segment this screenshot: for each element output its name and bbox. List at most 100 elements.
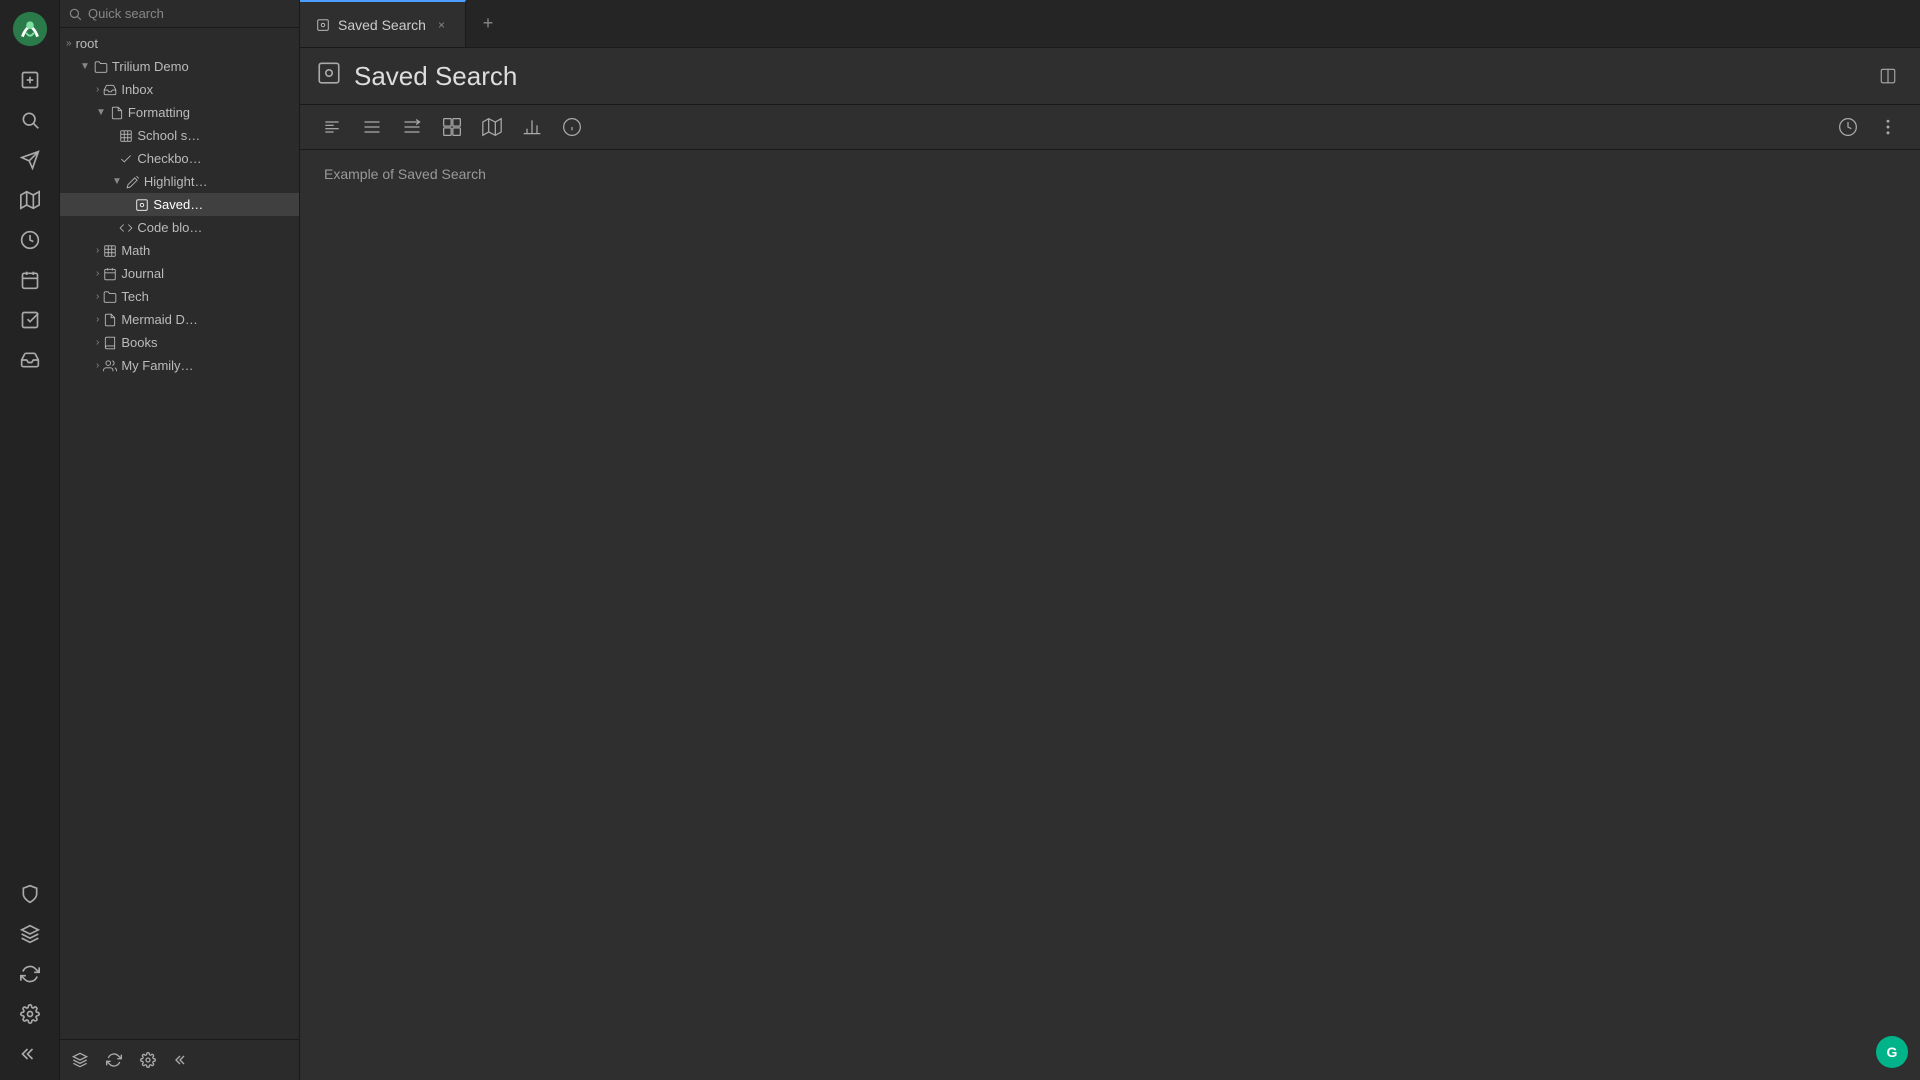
tree-item-formatting[interactable]: ▼ Formatting <box>60 101 299 124</box>
inbox-arrow: › <box>96 84 99 95</box>
code-icon <box>119 221 133 235</box>
tree-item-school[interactable]: › School s… <box>60 124 299 147</box>
inbox-rail-icon[interactable] <box>12 342 48 378</box>
formatting-arrow: ▼ <box>96 107 106 118</box>
shield-rail-icon[interactable] <box>12 876 48 912</box>
inherited-attrs-toolbar-btn[interactable] <box>396 111 428 143</box>
tree-item-math[interactable]: › Math <box>60 239 299 262</box>
tree-item-code-block[interactable]: › Code blo… <box>60 216 299 239</box>
tree-item-my-family[interactable]: › My Family… <box>60 354 299 377</box>
grammarly-label: G <box>1887 1044 1898 1060</box>
books-arrow: › <box>96 337 99 348</box>
tech-label: Tech <box>121 289 148 304</box>
code-block-label: Code blo… <box>137 220 202 235</box>
app-logo <box>9 8 51 50</box>
tree-panel: Quick search » root ▼ Trilium Demo › Inb… <box>60 0 300 1080</box>
folder-icon <box>94 60 108 74</box>
family-icon <box>103 359 117 373</box>
tab-label: Saved Search <box>338 17 426 33</box>
note-icon <box>110 106 124 120</box>
sync-rail-icon[interactable] <box>12 956 48 992</box>
saved-search-tab[interactable]: Saved Search × <box>300 0 466 47</box>
toolbar <box>300 105 1920 150</box>
owned-attrs-toolbar-btn[interactable] <box>356 111 388 143</box>
pencil-icon <box>126 175 140 189</box>
mermaid-label: Mermaid D… <box>121 312 198 327</box>
stats-toolbar-btn[interactable] <box>516 111 548 143</box>
note-title: Saved Search <box>354 61 1860 92</box>
link-map-toolbar-btn[interactable] <box>476 111 508 143</box>
settings-bottom-icon[interactable] <box>134 1046 162 1074</box>
more-toolbar-btn[interactable] <box>1872 111 1904 143</box>
note-title-icon <box>316 60 342 92</box>
tab-close-button[interactable]: × <box>434 16 449 34</box>
search-bar-icon <box>68 7 82 21</box>
journal-icon <box>103 267 117 281</box>
books-icon <box>103 336 117 350</box>
highlight-arrow: ▼ <box>112 176 122 187</box>
saved-search-tree-icon <box>135 198 149 212</box>
tree-item-tech[interactable]: › Tech <box>60 285 299 308</box>
tree-item-mermaid[interactable]: › Mermaid D… <box>60 308 299 331</box>
send-rail-icon[interactable] <box>12 142 48 178</box>
books-label: Books <box>121 335 157 350</box>
main-area: Saved Search × + Saved Search <box>300 0 1920 1080</box>
note-content-text: Example of Saved Search <box>324 166 486 182</box>
journal-label: Journal <box>121 266 164 281</box>
search-placeholder: Quick search <box>88 6 164 21</box>
inbox-node-icon <box>103 83 117 97</box>
settings-rail-icon[interactable] <box>12 996 48 1032</box>
new-note-rail-icon[interactable] <box>12 62 48 98</box>
split-view-button[interactable] <box>1872 60 1904 92</box>
tree-content: » root ▼ Trilium Demo › Inbox ▼ Formatti… <box>60 28 299 1039</box>
task-rail-icon[interactable] <box>12 302 48 338</box>
note-content: Example of Saved Search <box>300 150 1920 1080</box>
map-rail-icon[interactable] <box>12 182 48 218</box>
my-family-arrow: › <box>96 360 99 371</box>
check-icon <box>119 152 133 166</box>
my-family-label: My Family… <box>121 358 193 373</box>
layers-rail-icon[interactable] <box>12 916 48 952</box>
mermaid-note-icon <box>103 313 117 327</box>
tech-arrow: › <box>96 291 99 302</box>
new-tab-button[interactable]: + <box>470 6 506 42</box>
tree-item-highlight[interactable]: ▼ Highlight… <box>60 170 299 193</box>
saved-search-tree-label: Saved… <box>153 197 203 212</box>
search-rail-icon[interactable] <box>12 102 48 138</box>
tree-item-checkbox[interactable]: › Checkbo… <box>60 147 299 170</box>
checkbox-label: Checkbo… <box>137 151 201 166</box>
history-toolbar-btn[interactable] <box>1832 111 1864 143</box>
properties-toolbar-btn[interactable] <box>316 111 348 143</box>
search-bar[interactable]: Quick search <box>60 0 299 28</box>
tree-item-saved-search[interactable]: › Saved… <box>60 193 299 216</box>
trilium-demo-arrow: ▼ <box>80 61 90 72</box>
trilium-demo-label: Trilium Demo <box>112 59 189 74</box>
note-header-actions <box>1872 60 1904 92</box>
tree-item-books[interactable]: › Books <box>60 331 299 354</box>
info-toolbar-btn[interactable] <box>556 111 588 143</box>
collapse-bottom-icon[interactable] <box>168 1046 196 1074</box>
sync-bottom-icon[interactable] <box>100 1046 128 1074</box>
collapse-rail-icon[interactable] <box>12 1036 48 1072</box>
root-label: root <box>76 36 98 51</box>
formatting-label: Formatting <box>128 105 190 120</box>
tree-item-journal[interactable]: › Journal <box>60 262 299 285</box>
tech-folder-icon <box>103 290 117 304</box>
layers-bottom-icon[interactable] <box>66 1046 94 1074</box>
tab-bar: Saved Search × + <box>300 0 1920 48</box>
calendar-rail-icon[interactable] <box>12 262 48 298</box>
table-icon <box>119 129 133 143</box>
tab-note-icon <box>316 18 330 32</box>
inbox-label: Inbox <box>121 82 153 97</box>
tree-item-inbox[interactable]: › Inbox <box>60 78 299 101</box>
math-label: Math <box>121 243 150 258</box>
history-rail-icon[interactable] <box>12 222 48 258</box>
relations-toolbar-btn[interactable] <box>436 111 468 143</box>
math-arrow: › <box>96 245 99 256</box>
tree-root[interactable]: » root <box>60 32 299 55</box>
grammarly-button[interactable]: G <box>1876 1036 1908 1068</box>
icon-rail <box>0 0 60 1080</box>
journal-arrow: › <box>96 268 99 279</box>
tree-item-trilium-demo[interactable]: ▼ Trilium Demo <box>60 55 299 78</box>
highlight-label: Highlight… <box>144 174 208 189</box>
